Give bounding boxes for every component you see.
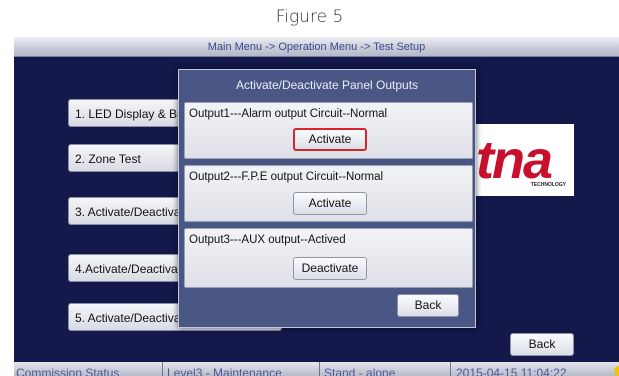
date-time: 2015-04-15 11:04:22: [456, 366, 567, 376]
commission-status: Commission Status: [14, 362, 163, 376]
figure-caption: Figure 5: [275, 7, 344, 27]
user-level: Level3 - Maintenance: [163, 362, 320, 376]
output3-panel: Output3---AUX output--Actived Deactivate: [184, 228, 473, 288]
output2-activate-button[interactable]: Activate: [293, 192, 367, 215]
output1-label: Output1---Alarm output Circuit--Normal: [189, 108, 388, 120]
main-back-button[interactable]: Back: [510, 333, 574, 356]
output1-panel: Output1---Alarm output Circuit--Normal A…: [184, 102, 473, 159]
panel-screen: Main Menu -> Operation Menu -> Test Setu…: [14, 37, 619, 376]
status-indicator-icon: [614, 366, 619, 376]
logo-subtext: TECHNOLOGY: [530, 182, 566, 188]
panel-outputs-dialog: Activate/Deactivate Panel Outputs Output…: [178, 69, 476, 328]
dialog-back-button[interactable]: Back: [397, 294, 459, 317]
output2-label: Output2---F.P.E output Circuit--Normal: [189, 171, 384, 183]
breadcrumb: Main Menu -> Operation Menu -> Test Setu…: [14, 37, 619, 57]
tna-logo: tna TECHNOLOGY: [470, 124, 574, 196]
dialog-title: Activate/Deactivate Panel Outputs: [235, 78, 419, 92]
output2-panel: Output2---F.P.E output Circuit--Normal A…: [184, 165, 473, 222]
output3-deactivate-button[interactable]: Deactivate: [293, 257, 367, 280]
output1-activate-button[interactable]: Activate: [293, 128, 367, 151]
operation-mode: Stand - alone: [320, 362, 451, 376]
status-bar: Commission Status Level3 - Maintenance S…: [14, 362, 619, 376]
output3-label: Output3---AUX output--Actived: [189, 234, 346, 246]
